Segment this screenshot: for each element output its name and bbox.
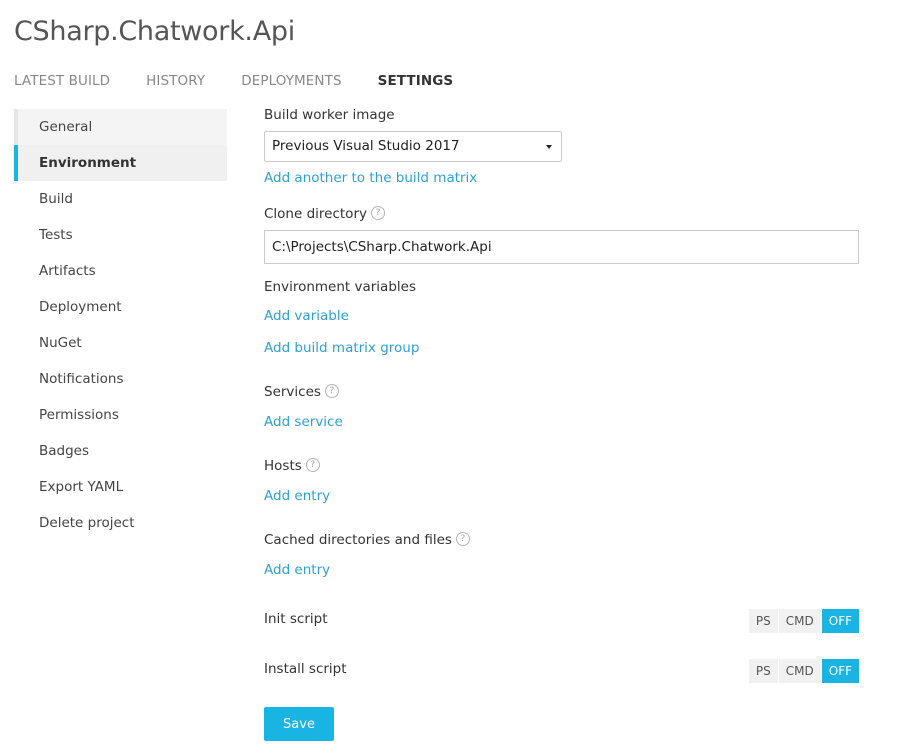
settings-page: CSharp.Chatwork.Api LATEST BUILD HISTORY… bbox=[0, 0, 916, 751]
environment-variables-label: Environment variables bbox=[264, 279, 416, 295]
init-script-label: Init script bbox=[264, 611, 328, 627]
sidebar-item-export-yaml[interactable]: Export YAML bbox=[14, 469, 227, 505]
add-variable-link[interactable]: Add variable bbox=[264, 306, 349, 326]
install-script-ps-option[interactable]: PS bbox=[748, 659, 778, 683]
add-build-matrix-link[interactable]: Add another to the build matrix bbox=[264, 168, 477, 188]
tab-settings[interactable]: SETTINGS bbox=[378, 72, 454, 90]
sidebar-item-artifacts[interactable]: Artifacts bbox=[14, 253, 227, 289]
services-label: Services? bbox=[264, 382, 339, 402]
clone-directory-label: Clone directory? bbox=[264, 204, 385, 224]
help-icon[interactable]: ? bbox=[370, 206, 385, 220]
install-script-off-option[interactable]: OFF bbox=[821, 659, 859, 683]
hosts-label-text: Hosts bbox=[264, 458, 302, 474]
clone-directory-input[interactable] bbox=[264, 230, 859, 264]
cache-label: Cached directories and files? bbox=[264, 530, 470, 550]
help-icon[interactable]: ? bbox=[324, 384, 339, 398]
build-worker-image-select[interactable]: Previous Visual Studio 2017 bbox=[264, 131, 562, 162]
build-worker-image-label: Build worker image bbox=[264, 107, 395, 123]
sidebar-item-build[interactable]: Build bbox=[14, 181, 227, 217]
tab-deployments[interactable]: DEPLOYMENTS bbox=[241, 72, 341, 90]
add-cache-entry-link[interactable]: Add entry bbox=[264, 560, 330, 580]
save-button[interactable]: Save bbox=[264, 707, 334, 741]
help-icon[interactable]: ? bbox=[455, 532, 470, 546]
init-script-off-option[interactable]: OFF bbox=[821, 609, 859, 633]
sidebar-item-badges[interactable]: Badges bbox=[14, 433, 227, 469]
install-script-cmd-option[interactable]: CMD bbox=[778, 659, 821, 683]
sidebar-item-permissions[interactable]: Permissions bbox=[14, 397, 227, 433]
install-script-label: Install script bbox=[264, 661, 347, 677]
install-script-toggle: PS CMD OFF bbox=[748, 659, 859, 683]
top-tabs: LATEST BUILD HISTORY DEPLOYMENTS SETTING… bbox=[14, 72, 489, 90]
init-script-toggle: PS CMD OFF bbox=[748, 609, 859, 633]
init-script-ps-option[interactable]: PS bbox=[748, 609, 778, 633]
services-label-text: Services bbox=[264, 384, 321, 400]
sidebar-item-delete-project[interactable]: Delete project bbox=[14, 505, 227, 541]
add-service-link[interactable]: Add service bbox=[264, 412, 343, 432]
sidebar-item-general[interactable]: General bbox=[14, 109, 227, 145]
init-script-cmd-option[interactable]: CMD bbox=[778, 609, 821, 633]
tab-latest-build[interactable]: LATEST BUILD bbox=[14, 72, 110, 90]
caret-down-icon bbox=[546, 145, 552, 149]
add-host-entry-link[interactable]: Add entry bbox=[264, 486, 330, 506]
sidebar-item-nuget[interactable]: NuGet bbox=[14, 325, 227, 361]
hosts-label: Hosts? bbox=[264, 456, 320, 476]
clone-directory-label-text: Clone directory bbox=[264, 206, 367, 222]
sidebar-item-deployment[interactable]: Deployment bbox=[14, 289, 227, 325]
project-title: CSharp.Chatwork.Api bbox=[14, 16, 295, 47]
sidebar-item-notifications[interactable]: Notifications bbox=[14, 361, 227, 397]
help-icon[interactable]: ? bbox=[305, 458, 320, 472]
sidebar-item-tests[interactable]: Tests bbox=[14, 217, 227, 253]
build-worker-image-value: Previous Visual Studio 2017 bbox=[272, 138, 460, 154]
tab-history[interactable]: HISTORY bbox=[146, 72, 205, 90]
cache-label-text: Cached directories and files bbox=[264, 532, 452, 548]
add-build-matrix-group-link[interactable]: Add build matrix group bbox=[264, 338, 419, 358]
sidebar-item-environment[interactable]: Environment bbox=[14, 145, 227, 181]
settings-sidebar: General Environment Build Tests Artifact… bbox=[14, 109, 227, 541]
